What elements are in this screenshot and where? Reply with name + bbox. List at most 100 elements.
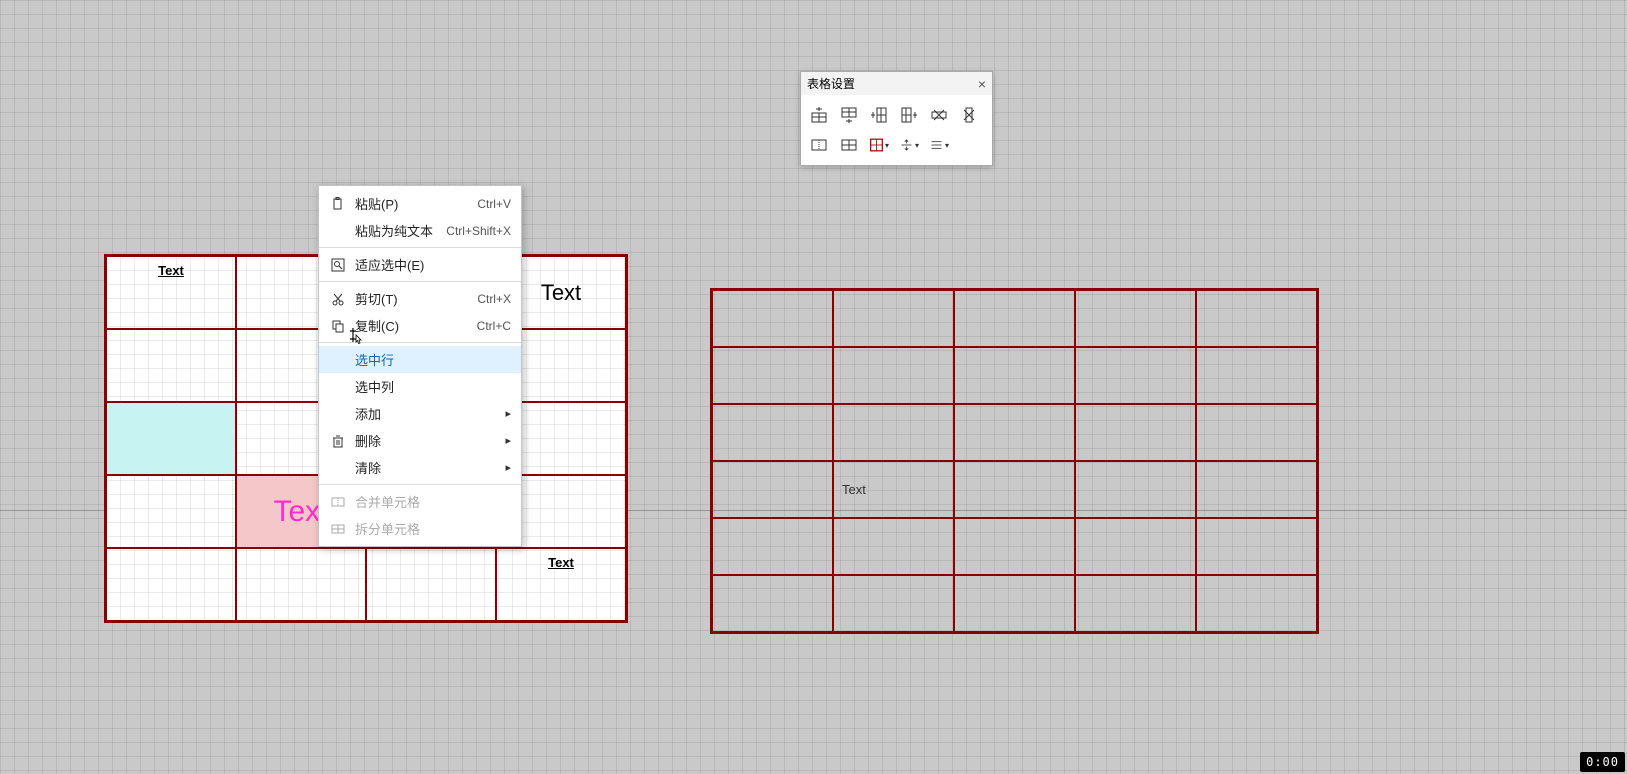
- table-cell[interactable]: Text: [496, 548, 626, 621]
- insert-row-below-icon[interactable]: [839, 105, 859, 125]
- ctx-delete[interactable]: 删除: [319, 427, 521, 454]
- ctx-separator: [319, 484, 521, 485]
- ctx-label: 添加: [355, 404, 511, 423]
- table-toolbar[interactable]: 表格设置 ×: [800, 71, 993, 166]
- ctx-label: 粘贴(P): [355, 194, 477, 213]
- ctx-label: 删除: [355, 431, 511, 450]
- table-cell[interactable]: [712, 347, 833, 404]
- ctx-shortcut: Ctrl+X: [477, 292, 511, 306]
- insert-col-left-icon[interactable]: [869, 105, 889, 125]
- table-cell[interactable]: [712, 518, 833, 575]
- split-icon: [329, 522, 347, 536]
- table-cell-selected[interactable]: [106, 402, 236, 475]
- ctx-cut[interactable]: 剪切(T) Ctrl+X: [319, 285, 521, 312]
- table-cell[interactable]: [1196, 404, 1317, 461]
- table-cell[interactable]: [954, 290, 1075, 347]
- cell-text: Text: [541, 280, 581, 306]
- ctx-label: 适应选中(E): [355, 255, 511, 274]
- table-cell[interactable]: [833, 518, 954, 575]
- table-cell[interactable]: [1075, 404, 1196, 461]
- border-style-icon[interactable]: [869, 135, 889, 155]
- table-cell[interactable]: [1196, 347, 1317, 404]
- ctx-split-cells: 拆分单元格: [319, 515, 521, 542]
- paste-icon: [329, 197, 347, 211]
- table-cell[interactable]: [236, 548, 366, 621]
- align-vertical-icon[interactable]: [899, 135, 919, 155]
- ctx-label: 合并单元格: [355, 492, 511, 511]
- table-cell[interactable]: [712, 404, 833, 461]
- cell-text: Text: [842, 482, 866, 497]
- table-cell[interactable]: [1196, 575, 1317, 632]
- ctx-paste-plain[interactable]: 粘贴为纯文本 Ctrl+Shift+X: [319, 217, 521, 244]
- ctx-shortcut: Ctrl+V: [477, 197, 511, 211]
- delete-col-icon[interactable]: [959, 105, 979, 125]
- table-cell[interactable]: [954, 575, 1075, 632]
- ctx-separator: [319, 342, 521, 343]
- table-cell[interactable]: Text: [106, 256, 236, 329]
- insert-row-above-icon[interactable]: [809, 105, 829, 125]
- align-horizontal-icon[interactable]: [929, 135, 949, 155]
- cut-icon: [329, 292, 347, 306]
- table-cell[interactable]: [712, 290, 833, 347]
- table-cell[interactable]: [954, 461, 1075, 518]
- ctx-label: 清除: [355, 458, 511, 477]
- recording-timer: 0:00: [1580, 752, 1625, 772]
- right-table[interactable]: Text: [710, 288, 1319, 634]
- table-cell[interactable]: [1075, 290, 1196, 347]
- ctx-select-col[interactable]: 选中列: [319, 373, 521, 400]
- table-cell[interactable]: [833, 575, 954, 632]
- table-cell[interactable]: [954, 518, 1075, 575]
- delete-row-icon[interactable]: [929, 105, 949, 125]
- ctx-label: 复制(C): [355, 316, 477, 335]
- ctx-add[interactable]: 添加: [319, 400, 521, 427]
- table-cell[interactable]: [366, 548, 496, 621]
- table-cell[interactable]: [1196, 290, 1317, 347]
- table-cell[interactable]: [833, 290, 954, 347]
- ctx-separator: [319, 281, 521, 282]
- toolbar-header[interactable]: 表格设置 ×: [801, 72, 992, 95]
- table-cell[interactable]: [1075, 347, 1196, 404]
- merge-cells-icon[interactable]: [809, 135, 829, 155]
- insert-col-right-icon[interactable]: [899, 105, 919, 125]
- table-cell[interactable]: [833, 347, 954, 404]
- table-cell[interactable]: [106, 548, 236, 621]
- table-cell[interactable]: [833, 404, 954, 461]
- ctx-paste[interactable]: 粘贴(P) Ctrl+V: [319, 190, 521, 217]
- table-cell[interactable]: [1075, 575, 1196, 632]
- table-cell[interactable]: [954, 404, 1075, 461]
- ctx-label: 选中行: [355, 350, 511, 369]
- ctx-label: 选中列: [355, 377, 511, 396]
- close-icon[interactable]: ×: [978, 76, 986, 92]
- ctx-shortcut: Ctrl+C: [477, 319, 511, 333]
- table-cell[interactable]: Text: [833, 461, 954, 518]
- fit-icon: [329, 258, 347, 272]
- ctx-label: 拆分单元格: [355, 519, 511, 538]
- context-menu[interactable]: 粘贴(P) Ctrl+V 粘贴为纯文本 Ctrl+Shift+X 适应选中(E)…: [318, 185, 522, 547]
- table-cell[interactable]: [106, 329, 236, 402]
- table-cell[interactable]: [106, 475, 236, 548]
- split-cells-icon[interactable]: [839, 135, 859, 155]
- ctx-copy[interactable]: 复制(C) Ctrl+C: [319, 312, 521, 339]
- ctx-fit-selection[interactable]: 适应选中(E): [319, 251, 521, 278]
- ctx-merge-cells: 合并单元格: [319, 488, 521, 515]
- table-cell[interactable]: [1196, 518, 1317, 575]
- trash-icon: [329, 434, 347, 448]
- toolbar-body: [801, 95, 992, 165]
- cell-text: Text: [158, 263, 184, 278]
- table-cell[interactable]: [954, 347, 1075, 404]
- copy-icon: [329, 319, 347, 333]
- toolbar-title: 表格设置: [807, 75, 855, 92]
- cell-text: Text: [548, 555, 574, 570]
- merge-icon: [329, 495, 347, 509]
- ctx-clear[interactable]: 清除: [319, 454, 521, 481]
- ctx-select-row[interactable]: 选中行: [319, 346, 521, 373]
- table-cell[interactable]: [712, 575, 833, 632]
- ctx-separator: [319, 247, 521, 248]
- table-cell[interactable]: [1075, 461, 1196, 518]
- table-cell[interactable]: [1075, 518, 1196, 575]
- ctx-label: 粘贴为纯文本: [355, 221, 446, 240]
- table-cell[interactable]: [712, 461, 833, 518]
- ctx-label: 剪切(T): [355, 289, 477, 308]
- table-cell[interactable]: [1196, 461, 1317, 518]
- ctx-shortcut: Ctrl+Shift+X: [446, 224, 511, 238]
